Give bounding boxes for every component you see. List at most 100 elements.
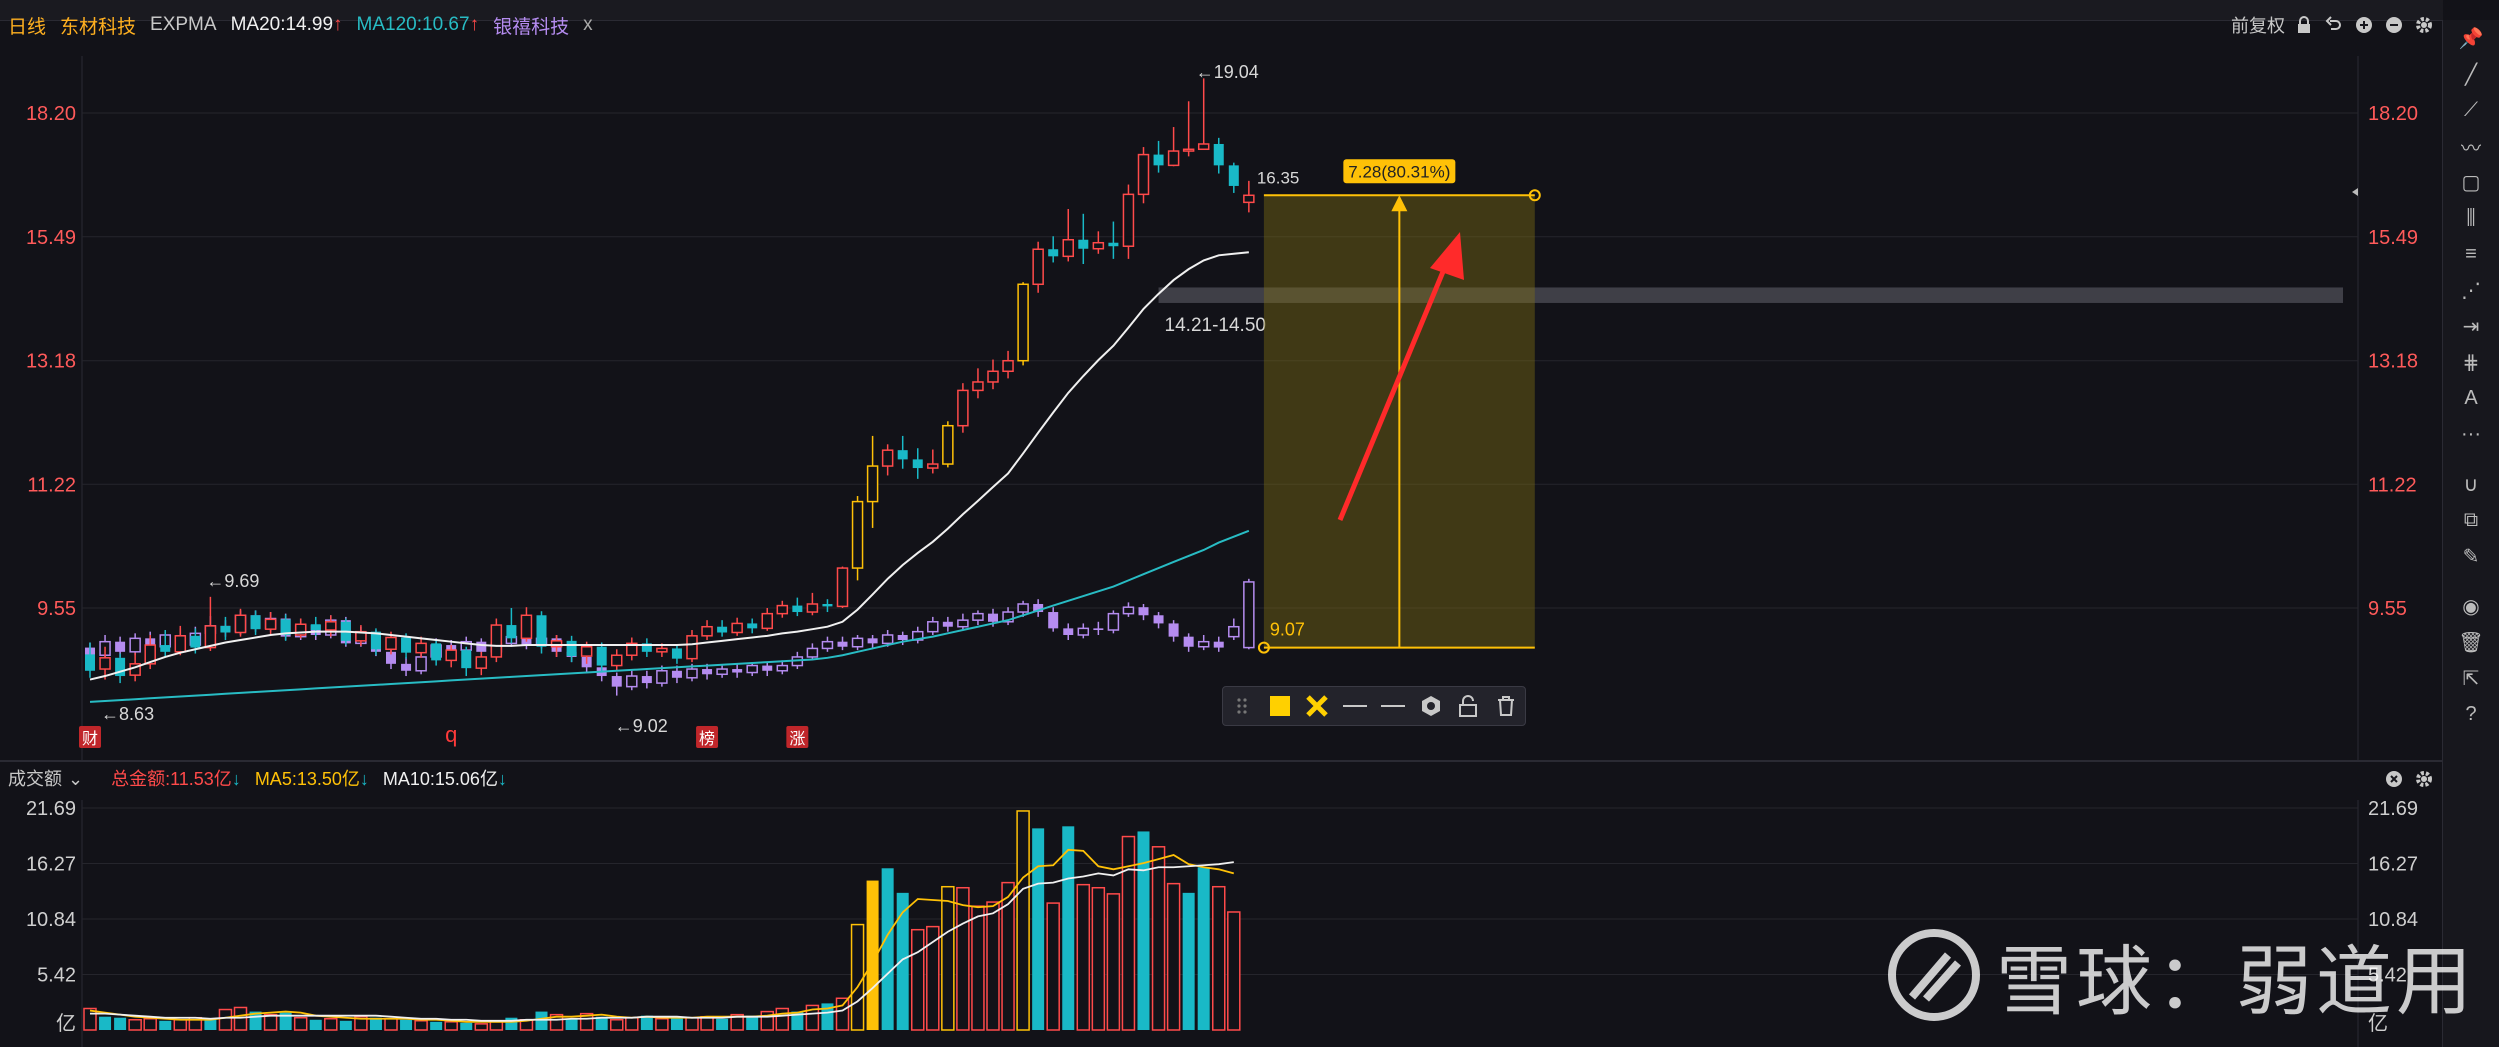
candle-body	[701, 625, 713, 637]
eye-icon[interactable]: ◉	[2443, 588, 2499, 624]
parallel-icon[interactable]: ⫼	[2443, 200, 2499, 236]
copy-icon[interactable]: ⧉	[2443, 502, 2499, 538]
trash-icon[interactable]	[1493, 693, 1519, 719]
settings-gear-icon[interactable]	[2413, 14, 2435, 36]
volume-bar	[489, 1021, 504, 1031]
volume-tick-label-left: 21.69	[26, 798, 76, 820]
volume-indicator-selector[interactable]: 成交额 ⌄	[8, 765, 97, 791]
remove-compare-button[interactable]: x	[583, 14, 593, 36]
drawing-tools-sidebar: 📌 ╱ ⟋ 〰 ▢ ⫼ ≡ ⋰ ⇥ ⋕ A ··· ∪ ⧉ ✎ ◉ 🗑 ⇱?	[2442, 20, 2499, 1047]
volume-bar	[971, 905, 985, 1031]
delete-icon[interactable]: 🗑	[2443, 624, 2499, 660]
candle-body	[1122, 193, 1135, 247]
volume-bar	[881, 868, 894, 1030]
zoom-out-icon[interactable]	[2383, 14, 2405, 36]
line-icon[interactable]: ╱	[2443, 56, 2499, 92]
event-marker: 涨	[789, 730, 805, 748]
volume-bar	[535, 1011, 548, 1030]
volume-bar	[956, 886, 970, 1031]
kline-chart[interactable]: 9.55 9.55 11.22 11.22 13.18 13.18 15.49 15.49 18…	[0, 0, 2443, 1047]
ma20-value: MA20:14.99	[230, 14, 334, 35]
volume-bar	[1016, 810, 1030, 1031]
help-icon[interactable]: ?	[2443, 696, 2499, 732]
close-icon[interactable]	[2383, 768, 2405, 790]
volume-bar	[505, 1017, 518, 1030]
export-icon[interactable]: ⇱	[2443, 660, 2499, 696]
volume-unit-label-left: 亿	[56, 1012, 76, 1035]
price-tick-label-right: 15.49	[2368, 227, 2418, 249]
period-label[interactable]: 日线	[8, 12, 46, 39]
volume-bar	[1182, 892, 1195, 1030]
compare-candle-body	[1107, 612, 1120, 631]
ma10-arrow-icon: ↓	[497, 769, 507, 789]
ma120-line	[89, 529, 1250, 703]
volume-tick-label-right: 21.69	[2368, 798, 2418, 820]
candle-body	[520, 614, 533, 640]
undo-icon[interactable]	[2323, 14, 2345, 36]
chevron-down-icon: ⌄	[68, 769, 84, 789]
pattern-icon[interactable]	[1304, 693, 1330, 719]
price-tick-label-left: 18.20	[26, 103, 76, 125]
volume-bar	[460, 1022, 473, 1030]
settings-icon[interactable]	[1418, 693, 1444, 719]
candle-body	[160, 645, 171, 652]
price-tick-label-right: 9.55	[2368, 598, 2407, 620]
compare-candle-body	[881, 634, 894, 645]
lock-icon[interactable]	[1455, 693, 1481, 719]
compare-candle-body	[1228, 625, 1240, 638]
candle-body	[506, 625, 517, 639]
volume-header: 成交额 ⌄ 总金额:11.53亿↓ MA5:13.50亿↓ MA10:15.06亿…	[8, 762, 521, 794]
polyline-icon[interactable]: 〰	[2443, 128, 2499, 164]
candle-body	[1228, 165, 1239, 186]
lock-icon[interactable]	[2293, 14, 2315, 36]
rectangle-icon[interactable]: ▢	[2443, 164, 2499, 200]
candle-body	[1092, 241, 1105, 250]
volume-bar	[685, 1016, 699, 1031]
high-price-label: ←19.04	[1196, 62, 1259, 82]
volume-bar	[204, 1019, 217, 1030]
volume-bar	[746, 1015, 759, 1030]
candle-body	[445, 649, 457, 662]
volume-bar	[941, 885, 955, 1031]
ray-icon[interactable]: ⟋	[2443, 92, 2499, 128]
volume-bar	[625, 1016, 639, 1031]
volume-total-value: 总金额:11.53亿	[111, 769, 232, 789]
event-marker: 榜	[699, 730, 715, 748]
stock-name[interactable]: 东材科技	[60, 12, 136, 39]
price-tick-label-right: 13.18	[2368, 351, 2418, 373]
magnet-icon[interactable]: ∪	[2443, 466, 2499, 502]
compare-candle-body	[867, 638, 878, 644]
volume-bar	[565, 1018, 578, 1030]
edit-icon[interactable]: ✎	[2443, 538, 2499, 574]
fib-icon[interactable]: ≡	[2443, 236, 2499, 272]
candle-body	[190, 635, 201, 648]
measure-icon[interactable]: ⇥	[2443, 308, 2499, 344]
drag-handle-icon[interactable]	[1229, 693, 1255, 719]
candle-body	[596, 646, 607, 666]
more-icon[interactable]: ···	[2443, 416, 2499, 452]
volume-bar	[1062, 826, 1075, 1030]
text-icon[interactable]: A	[2443, 380, 2499, 416]
candle-body	[1197, 143, 1210, 151]
fan-icon[interactable]: ⋰	[2443, 272, 2499, 308]
last-price-label: 16.35	[1257, 168, 1300, 187]
candle-body	[461, 650, 472, 669]
candle-body	[1137, 153, 1150, 196]
indicator-name[interactable]: EXPMA	[150, 14, 217, 36]
line-style-icon[interactable]	[1342, 693, 1368, 719]
zoom-in-icon[interactable]	[2353, 14, 2375, 36]
volume-bar	[128, 1019, 142, 1031]
pin-icon[interactable]: 📌	[2443, 20, 2499, 56]
candle-body	[731, 622, 743, 634]
candle-body	[611, 654, 623, 667]
fill-color-icon[interactable]	[1267, 693, 1293, 719]
gann-icon[interactable]: ⋕	[2443, 344, 2499, 380]
compare-stock-name[interactable]: 银禧科技	[493, 12, 569, 39]
candle-body	[776, 604, 789, 615]
volume-settings-icon[interactable]	[2413, 768, 2435, 790]
line-width-icon[interactable]	[1380, 693, 1406, 719]
compare-candle-body	[656, 670, 668, 684]
adjust-mode-selector[interactable]: 前复权	[2231, 12, 2285, 38]
compare-candle-body	[716, 668, 728, 676]
volume-bar	[1197, 867, 1210, 1030]
